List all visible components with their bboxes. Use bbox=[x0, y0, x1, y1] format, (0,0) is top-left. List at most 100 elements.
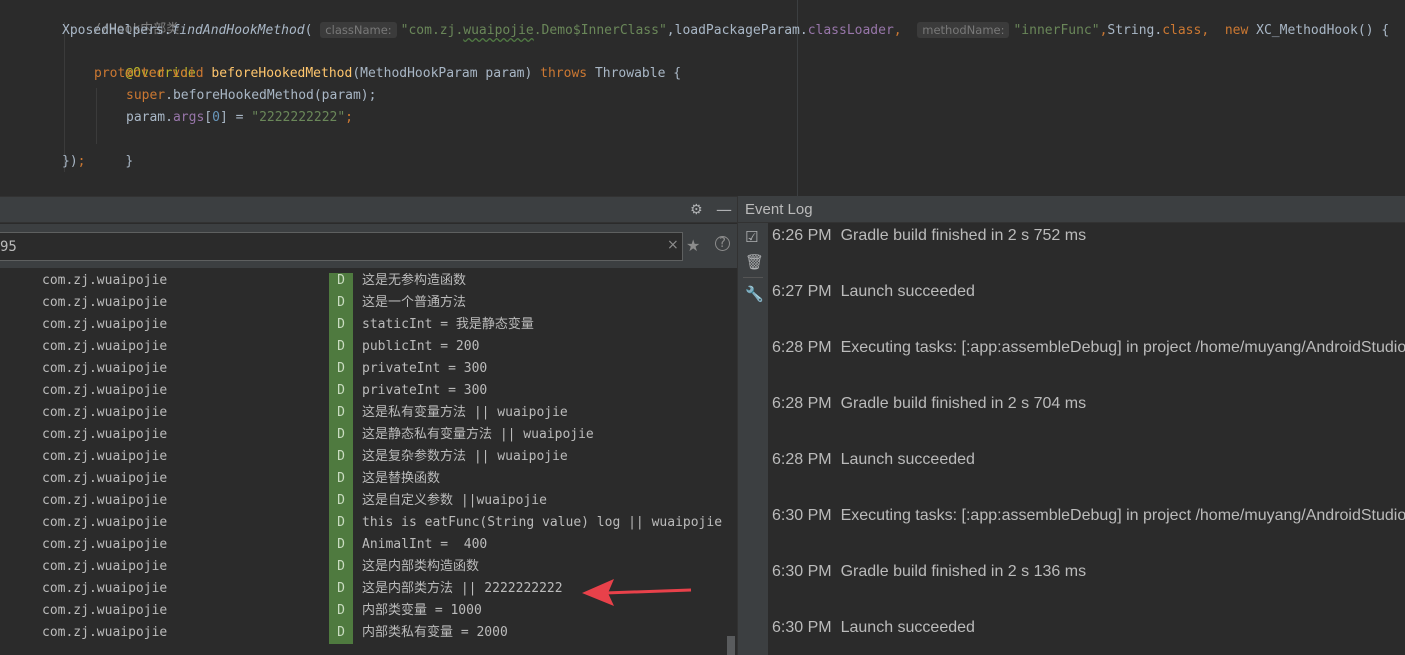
log-message: 内部类变量 = 1000 bbox=[362, 603, 482, 618]
event-text: Executing tasks: [:app:assembleDebug] in… bbox=[840, 339, 1405, 356]
help-icon[interactable]: ? bbox=[715, 236, 730, 251]
log-level-badge: D bbox=[329, 578, 353, 600]
log-row[interactable]: com.zj.wuaipojie D 内部类变量 = 1000 bbox=[0, 600, 737, 622]
log-package: com.zj.wuaipojie bbox=[42, 515, 168, 530]
log-row[interactable]: com.zj.wuaipojie Dthis is eatFunc(String … bbox=[0, 512, 737, 534]
log-row[interactable]: com.zj.wuaipojie D 这是自定义参数 ||wuaipojie bbox=[0, 490, 737, 512]
logcat-scrollbar-thumb[interactable] bbox=[727, 636, 735, 655]
code-editor[interactable]: //Hook内部类 XposedHelpers.findAndHookMetho… bbox=[0, 0, 1405, 196]
log-level-badge: D bbox=[329, 446, 353, 468]
gear-icon[interactable]: ⚙ bbox=[690, 197, 703, 223]
log-message: publicInt = 200 bbox=[362, 339, 480, 354]
log-row[interactable]: com.zj.wuaipojie D 这是静态私有变量方法 || wuaipojie bbox=[0, 424, 737, 446]
code-line-method-signature: protected void beforeHookedMethod(Method… bbox=[94, 66, 682, 81]
log-level-badge: D bbox=[329, 402, 353, 424]
log-row[interactable]: com.zj.wuaipojie D 这是内部类方法 || 2222222222 bbox=[0, 578, 737, 600]
wrench-icon[interactable]: 🔧 bbox=[745, 285, 764, 303]
event-time: 6:30 PM bbox=[772, 507, 832, 524]
log-level-badge: D bbox=[329, 358, 353, 380]
event-row[interactable]: 6:28 PM Launch succeeded bbox=[772, 448, 975, 472]
log-message: 这是一个普通方法 bbox=[362, 295, 467, 310]
event-time: 6:27 PM bbox=[772, 283, 832, 300]
logcat-panel: ⚙ — × ★ ? com.zj.wuaipojieD这是无参构造函数com.z… bbox=[0, 196, 737, 655]
log-message: AnimalInt = 400 bbox=[362, 537, 488, 552]
log-row[interactable]: com.zj.wuaipojie D 这是内部类构造函数 bbox=[0, 556, 737, 578]
log-row[interactable]: com.zj.wuaipojie D 这是复杂参数方法 || wuaipojie bbox=[0, 446, 737, 468]
log-row[interactable]: com.zj.wuaipojie DprivateInt = 300 bbox=[0, 380, 737, 402]
log-message: 这是内部类方法 || 2222222222 bbox=[362, 581, 563, 596]
toolbar-separator bbox=[743, 277, 763, 278]
log-level-badge: D bbox=[329, 380, 353, 402]
log-package: com.zj.wuaipojie bbox=[42, 603, 168, 618]
event-time: 6:28 PM bbox=[772, 451, 832, 468]
code-line-override: @Override bbox=[125, 66, 196, 81]
event-row[interactable]: 6:26 PM Gradle build finished in 2 s 752 … bbox=[772, 224, 1086, 248]
event-log-title: Event Log bbox=[745, 201, 813, 218]
log-message: 这是无参构造函数 bbox=[362, 273, 467, 288]
log-message: this is eatFunc(String value) log || wua… bbox=[362, 515, 723, 530]
log-level-badge: D bbox=[329, 556, 353, 578]
log-package: com.zj.wuaipojie bbox=[42, 273, 168, 288]
log-level-badge: D bbox=[329, 622, 353, 644]
logcat-search-input[interactable] bbox=[0, 233, 660, 260]
event-text: Gradle build finished in 2 s 704 ms bbox=[840, 395, 1087, 412]
logcat-list[interactable]: com.zj.wuaipojie D 这是无参构造函数 com.zj.wuaipoji… bbox=[0, 273, 737, 655]
log-package: com.zj.wuaipojie bbox=[42, 471, 168, 486]
log-message: staticInt = 我是静态变量 bbox=[362, 317, 534, 332]
event-row[interactable]: 6:27 PM Launch succeeded bbox=[772, 280, 975, 304]
log-level-badge: D bbox=[329, 273, 353, 292]
trash-icon[interactable]: 🗑 bbox=[745, 253, 764, 271]
log-level-badge: D bbox=[329, 314, 353, 336]
logcat-search-box: × bbox=[0, 232, 683, 261]
log-package: com.zj.wuaipojie bbox=[42, 493, 168, 508]
log-package: com.zj.wuaipojie bbox=[42, 405, 168, 420]
code-line-find-and-hook: XposedHelpers.findAndHookMethod( classNa… bbox=[62, 22, 1390, 38]
log-level-badge: D bbox=[329, 336, 353, 358]
log-package: com.zj.wuaipojie bbox=[42, 537, 168, 552]
log-row[interactable]: com.zj.wuaipojie D 这是私有变量方法 || wuaipojie bbox=[0, 402, 737, 424]
log-row[interactable]: com.zj.wuaipojie D 这是一个普通方法 bbox=[0, 292, 737, 314]
event-text: Launch succeeded bbox=[840, 283, 975, 300]
log-level-badge: D bbox=[329, 512, 353, 534]
event-row[interactable]: 6:30 PM Launch succeeded bbox=[772, 616, 975, 640]
event-log-panel: Event Log ☑ 🗑 🔧 6:26 PM Gradle build fini… bbox=[737, 196, 1405, 655]
log-package: com.zj.wuaipojie bbox=[42, 361, 168, 376]
mark-read-icon[interactable]: ☑ bbox=[745, 228, 758, 246]
event-row[interactable]: 6:28 PM Executing tasks: [:app:assembleDe… bbox=[772, 336, 1405, 360]
close-icon[interactable]: × bbox=[667, 237, 679, 253]
event-text: Launch succeeded bbox=[840, 619, 975, 636]
event-row[interactable]: 6:30 PM Gradle build finished in 2 s 136 … bbox=[772, 560, 1086, 584]
event-time: 6:28 PM bbox=[772, 339, 832, 356]
log-row[interactable]: com.zj.wuaipojie D 内部类私有变量 = 2000 bbox=[0, 622, 737, 644]
log-row[interactable]: com.zj.wuaipojie DprivateInt = 300 bbox=[0, 358, 737, 380]
code-line-param-args: param.args[0] = "2222222222"; bbox=[126, 110, 353, 125]
log-package: com.zj.wuaipojie bbox=[42, 625, 168, 640]
log-package: com.zj.wuaipojie bbox=[42, 449, 168, 464]
log-message: 这是静态私有变量方法 || wuaipojie bbox=[362, 427, 594, 442]
log-row[interactable]: com.zj.wuaipojie D 这是无参构造函数 bbox=[0, 273, 737, 292]
log-message: privateInt = 300 bbox=[362, 383, 488, 398]
param-hint-classname: className: bbox=[320, 22, 397, 38]
log-message: privateInt = 300 bbox=[362, 361, 488, 376]
star-icon[interactable]: ★ bbox=[686, 236, 700, 255]
minimize-icon[interactable]: — bbox=[716, 197, 732, 223]
log-package: com.zj.wuaipojie bbox=[42, 427, 168, 442]
log-row[interactable]: com.zj.wuaipojie D AnimalInt = 400 bbox=[0, 534, 737, 556]
log-row[interactable]: com.zj.wuaipojie DstaticInt = 我是静态变量 bbox=[0, 314, 737, 336]
event-row[interactable]: 6:30 PM Executing tasks: [:app:assembleDe… bbox=[772, 504, 1405, 528]
event-row[interactable]: 6:28 PM Gradle build finished in 2 s 704 … bbox=[772, 392, 1086, 416]
event-text: Executing tasks: [:app:assembleDebug] in… bbox=[840, 507, 1405, 524]
event-time: 6:30 PM bbox=[772, 563, 832, 580]
logcat-header: ⚙ — bbox=[0, 197, 737, 223]
log-row[interactable]: com.zj.wuaipojie D 这是替换函数 bbox=[0, 468, 737, 490]
log-level-badge: D bbox=[329, 534, 353, 556]
log-package: com.zj.wuaipojie bbox=[42, 295, 168, 310]
code-line-super-call: super.beforeHookedMethod(param); bbox=[126, 88, 377, 103]
code-line-close-method: } bbox=[125, 154, 134, 169]
event-time: 6:30 PM bbox=[772, 619, 832, 636]
log-message: 内部类私有变量 = 2000 bbox=[362, 625, 508, 640]
event-time: 6:28 PM bbox=[772, 395, 832, 412]
log-row[interactable]: com.zj.wuaipojie DpublicInt = 200 bbox=[0, 336, 737, 358]
log-level-badge: D bbox=[329, 600, 353, 622]
param-hint-methodname: methodName: bbox=[917, 22, 1010, 38]
